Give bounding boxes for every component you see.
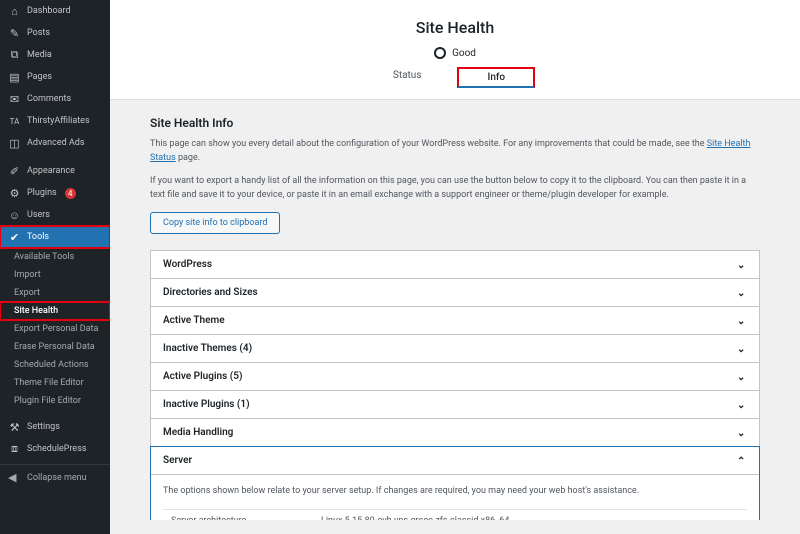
ads-icon: ◫ [8,137,21,150]
main-content: Site Health Good Status Info Site Health… [110,0,800,534]
intro-p1: This page can show you every detail abou… [150,138,760,165]
menu-tools[interactable]: ✔Tools [0,226,110,248]
menu-advanced-ads[interactable]: ◫Advanced Ads [0,132,110,154]
wrench-icon: ✔ [8,231,21,244]
collapse-menu[interactable]: ◀Collapse menu [0,464,110,490]
tab-info[interactable]: Info [457,67,535,88]
acc-directories[interactable]: Directories and Sizes⌄ [150,278,760,307]
menu-schedulepress[interactable]: ⧈SchedulePress [0,438,110,460]
menu-plugins[interactable]: ⚙Plugins4 [0,182,110,204]
chevron-up-icon: ⌃ [737,456,747,466]
calendar-icon: ⧈ [8,443,21,456]
chevron-down-icon: ⌄ [737,400,747,410]
sub-export-personal[interactable]: Export Personal Data [0,320,110,338]
acc-inactive-themes[interactable]: Inactive Themes (4)⌄ [150,334,760,363]
tabs: Status Info [110,65,800,89]
dashboard-icon: ⌂ [8,5,21,18]
server-desc: The options shown below relate to your s… [163,485,747,499]
menu-pages[interactable]: ▤Pages [0,66,110,88]
acc-media-handling[interactable]: Media Handling⌄ [150,418,760,447]
admin-sidebar: ⌂Dashboard ✎Posts ⧉Media ▤Pages ✉Comment… [0,0,110,534]
row-server-arch: Server architectureLinux 5.15.80-ovh-vps… [163,509,747,520]
sub-site-health[interactable]: Site Health [0,302,110,320]
sub-erase-personal[interactable]: Erase Personal Data [0,338,110,356]
sub-import[interactable]: Import [0,266,110,284]
pin-icon: ✎ [8,27,21,40]
acc-server-body: The options shown below relate to your s… [151,474,759,520]
sub-scheduled-actions[interactable]: Scheduled Actions [0,356,110,374]
acc-wordpress[interactable]: WordPress⌄ [150,250,760,279]
acc-server: Server⌃ The options shown below relate t… [150,446,760,520]
intro-p2: If you want to export a handy list of al… [150,175,760,202]
chevron-down-icon: ⌄ [737,316,747,326]
sub-available-tools[interactable]: Available Tools [0,248,110,266]
chevron-down-icon: ⌄ [737,428,747,438]
health-circle-icon [434,47,446,59]
plugins-badge: 4 [65,188,76,199]
chevron-down-icon: ⌄ [737,260,747,270]
ta-icon: TA [8,115,21,128]
menu-comments[interactable]: ✉Comments [0,88,110,110]
menu-appearance[interactable]: ✐Appearance [0,160,110,182]
page-title: Site Health [110,18,800,37]
acc-active-plugins[interactable]: Active Plugins (5)⌄ [150,362,760,391]
menu-posts[interactable]: ✎Posts [0,22,110,44]
menu-media[interactable]: ⧉Media [0,44,110,66]
menu-users[interactable]: ☺Users [0,204,110,226]
plug-icon: ⚙ [8,187,21,200]
sub-plugin-editor[interactable]: Plugin File Editor [0,392,110,410]
menu-thirstyaffiliates[interactable]: TAThirstyAffiliates [0,110,110,132]
section-heading: Site Health Info [150,116,760,130]
gear-icon: ⚒ [8,421,21,434]
media-icon: ⧉ [8,49,21,62]
brush-icon: ✐ [8,165,21,178]
comment-icon: ✉ [8,93,21,106]
tab-status[interactable]: Status [375,65,440,89]
acc-server-head[interactable]: Server⌃ [151,447,759,474]
acc-inactive-plugins[interactable]: Inactive Plugins (1)⌄ [150,390,760,419]
chevron-down-icon: ⌄ [737,372,747,382]
acc-active-theme[interactable]: Active Theme⌄ [150,306,760,335]
chevron-down-icon: ⌄ [737,344,747,354]
site-health-header: Site Health Good Status Info [110,0,800,100]
sub-theme-editor[interactable]: Theme File Editor [0,374,110,392]
menu-settings[interactable]: ⚒Settings [0,416,110,438]
menu-dashboard[interactable]: ⌂Dashboard [0,0,110,22]
page-icon: ▤ [8,71,21,84]
user-icon: ☺ [8,209,21,222]
body: Site Health Info This page can show you … [110,100,800,520]
health-status: Good [110,47,800,59]
collapse-icon: ◀ [8,471,21,484]
server-table: Server architectureLinux 5.15.80-ovh-vps… [163,509,747,521]
chevron-down-icon: ⌄ [737,288,747,298]
sub-export[interactable]: Export [0,284,110,302]
copy-site-info-button[interactable]: Copy site info to clipboard [150,212,280,234]
